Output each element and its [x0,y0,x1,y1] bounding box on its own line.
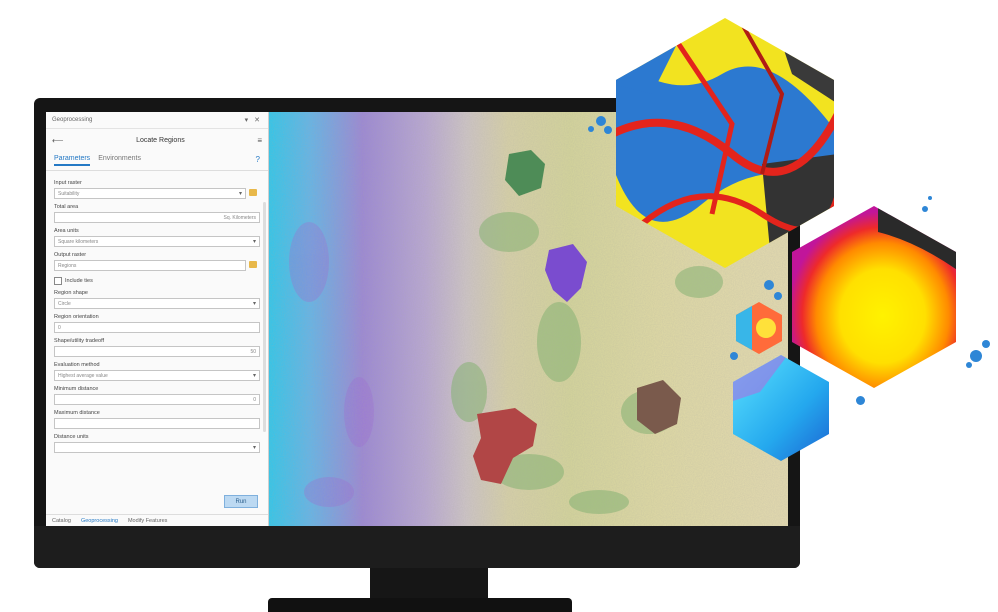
param-value: Circle [58,300,71,307]
param-value: Square kilometers [58,238,99,245]
param-label: Input raster [54,180,82,186]
param-label: Distance units [54,434,89,440]
bubble [730,352,738,360]
distance-units-field[interactable] [54,442,260,453]
bubble [856,396,865,405]
param-label: Maximum distance [54,410,100,416]
tab-parameters[interactable]: Parameters [54,155,91,166]
tool-tabs: Parameters Environments ? [46,151,268,171]
param-value: Suitability [58,190,80,197]
param-label: Evaluation method [54,362,100,368]
param-label: Area units [54,228,79,234]
param-value: 50 [250,348,256,355]
monitor-stand-neck [370,568,488,602]
bubble [764,280,774,290]
bubble [604,126,612,134]
param-label: Region orientation [54,314,99,320]
tradeoff-field[interactable]: 50 [54,346,260,357]
pane-scrollbar[interactable] [263,202,266,432]
include-ties-row[interactable]: Include ties [54,277,260,285]
total-area-field[interactable]: Sq. Kilometers [54,212,260,223]
help-icon[interactable]: ? [256,155,260,166]
back-arrow-icon[interactable]: ⟵ [52,136,63,145]
folder-icon[interactable] [249,261,257,268]
monitor-stand-base [268,598,572,612]
input-raster-field[interactable]: Suitability [54,188,257,199]
tool-header: ⟵ Locate Regions ≡ [46,129,268,151]
region-orientation-field[interactable]: 0 [54,322,260,333]
bubble [928,196,932,200]
geoprocessing-pane: Geoprocessing ▾ ✕ ⟵ Locate Regions ≡ Par… [46,112,269,526]
hexagon-small-heat [736,302,782,354]
param-label: Shape/utility tradeoff [54,338,105,344]
checkbox[interactable] [54,277,62,285]
bubble [922,206,928,212]
maximum-distance-field[interactable] [54,418,260,429]
tool-title: Locate Regions [136,136,185,144]
param-value: 0 [58,324,61,331]
param-value: Sq. Kilometers [223,214,256,221]
footer-tab-catalog[interactable]: Catalog [52,518,71,524]
run-button[interactable]: Run [224,495,258,508]
parameter-list: Input raster Suitability Total area Sq. … [46,171,268,457]
pane-controls[interactable]: ▾ ✕ [245,116,262,124]
footer-tab-geoprocessing[interactable]: Geoprocessing [81,518,118,524]
bubble [966,362,972,368]
param-value: Highest average value [58,372,108,379]
param-group-1: Input raster Suitability Total area Sq. … [54,180,260,285]
bubble [982,340,990,348]
region-shape-field[interactable]: Circle [54,298,260,309]
bubble [970,350,982,362]
tab-environments[interactable]: Environments [98,155,141,166]
pane-titlebar: Geoprocessing ▾ ✕ [46,112,268,129]
area-units-field[interactable]: Square kilometers [54,236,260,247]
hexagon-cyan [733,355,829,461]
pane-footer-tabs: Catalog Geoprocessing Modify Features [46,514,268,526]
param-label: Minimum distance [54,386,99,392]
bubble [596,116,606,126]
evaluation-method-field[interactable]: Highest average value [54,370,260,381]
bubble [774,292,782,300]
output-raster-field[interactable]: Regions [54,260,257,271]
param-group-2: Region shape Circle Region orientation 0… [54,290,260,453]
minimum-distance-field[interactable]: 0 [54,394,260,405]
param-label: Output raster [54,252,87,258]
monitor-chin [34,526,800,568]
bubble [588,126,594,132]
param-value: Regions [58,262,77,269]
menu-icon[interactable]: ≡ [257,136,262,145]
param-label: Total area [54,204,79,210]
param-value: 0 [253,396,256,403]
footer-tab-modify-features[interactable]: Modify Features [128,518,167,524]
pane-title: Geoprocessing [52,117,93,123]
param-label: Region shape [54,290,88,296]
checkbox-label: Include ties [65,278,93,284]
folder-icon[interactable] [249,189,257,196]
